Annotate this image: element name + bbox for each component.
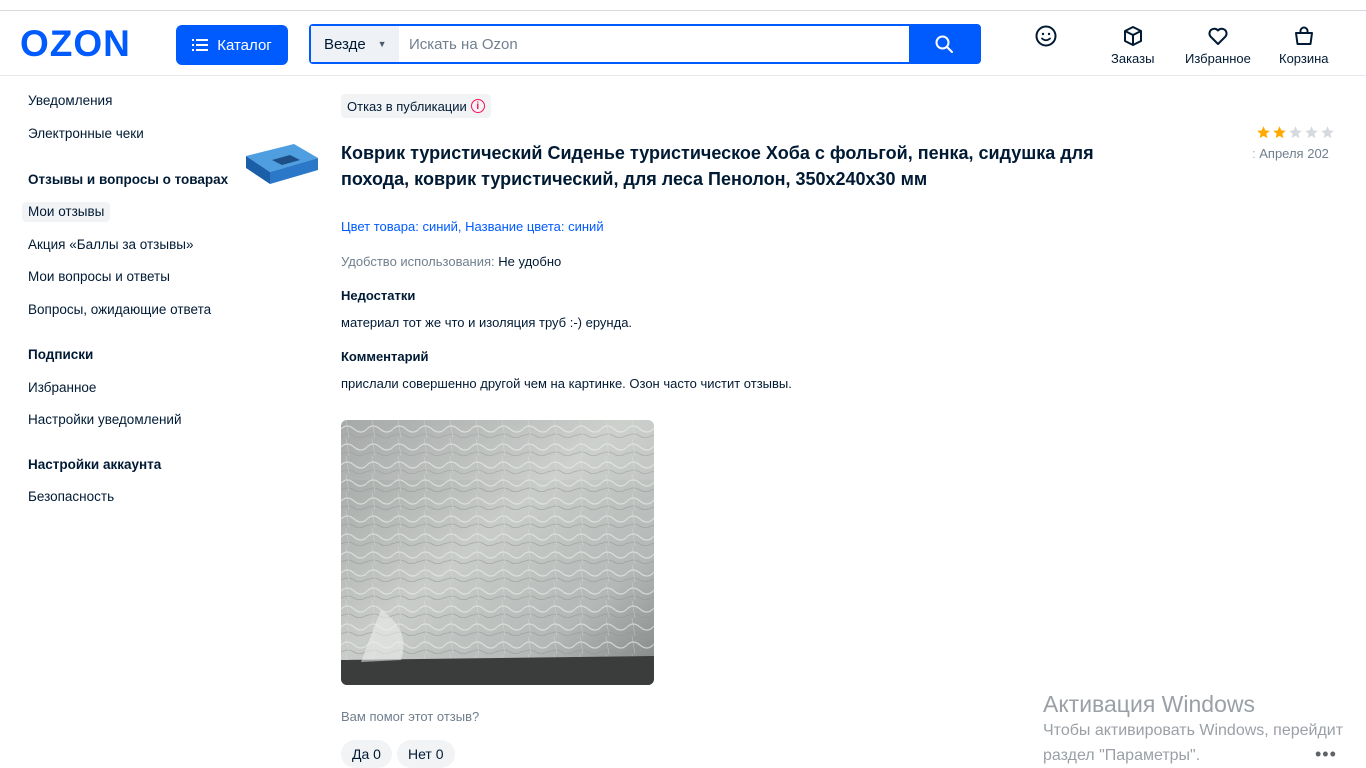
- more-options-icon[interactable]: •••: [1315, 744, 1337, 765]
- sidebar-item-my-questions[interactable]: Мои вопросы и ответы: [28, 267, 170, 287]
- comment-text: прислали совершенно другой чем на картин…: [341, 376, 792, 391]
- sidebar-heading-subscriptions: Подписки: [28, 347, 94, 362]
- search-scope-label: Везде: [324, 35, 366, 53]
- vote-no-button[interactable]: Нет 0: [397, 740, 455, 768]
- profile-button[interactable]: [1034, 24, 1058, 48]
- catalog-button[interactable]: Каталог: [176, 25, 288, 65]
- sidebar-item-notifications[interactable]: Уведомления: [28, 91, 112, 111]
- sidebar-heading-reviews: Отзывы и вопросы о товарах: [28, 172, 229, 187]
- usability-value: Не удобно: [498, 254, 562, 269]
- status-label: Отказ в публикации: [347, 98, 467, 114]
- favorites-button[interactable]: Избранное: [1185, 24, 1251, 66]
- search-bar: Везде ▼: [309, 24, 981, 64]
- review-date: : Апреля 202: [1252, 146, 1329, 161]
- profile-icon: [1035, 25, 1057, 47]
- watermark-line-1: Чтобы активировать Windows, перейдит: [1043, 722, 1344, 739]
- star-empty-icon: [1289, 126, 1302, 139]
- helpful-question: Вам помог этот отзыв?: [341, 709, 480, 724]
- search-input[interactable]: [399, 26, 909, 62]
- watermark-title: Активация Windows: [1043, 691, 1255, 717]
- sidebar-heading-account: Настройки аккаунта: [28, 457, 162, 472]
- usability-label: Удобство использования:: [341, 254, 495, 269]
- sidebar-item-pending-questions[interactable]: Вопросы, ожидающие ответа: [28, 300, 211, 320]
- review-date-text: Апреля 202: [1259, 146, 1329, 161]
- product-thumbnail[interactable]: [242, 138, 320, 190]
- cart-label: Корзина: [1279, 51, 1329, 66]
- review-photo[interactable]: [341, 420, 654, 685]
- usability-row: Удобство использования: Не удобно: [341, 254, 561, 269]
- sidebar-item-receipts[interactable]: Электронные чеки: [28, 124, 144, 144]
- product-variant[interactable]: Цвет товара: синий, Название цвета: сини…: [341, 219, 604, 234]
- watermark-line-2: раздел "Параметры".: [1043, 747, 1201, 764]
- star-filled-icon: [1273, 126, 1286, 139]
- sidebar-item-notification-settings[interactable]: Настройки уведомлений: [28, 410, 182, 430]
- vote-yes-button[interactable]: Да 0: [341, 740, 392, 768]
- sidebar-item-points-promo[interactable]: Акция «Баллы за отзывы»: [28, 235, 193, 255]
- catalog-label: Каталог: [217, 36, 272, 54]
- heart-icon: [1208, 27, 1228, 45]
- search-icon: [935, 35, 953, 53]
- menu-icon: [192, 39, 209, 51]
- product-title[interactable]: Коврик туристический Сиденье туристическ…: [341, 140, 1161, 192]
- star-empty-icon: [1305, 126, 1318, 139]
- orders-label: Заказы: [1111, 51, 1155, 66]
- star-filled-icon: [1257, 126, 1270, 139]
- favorites-label: Избранное: [1185, 51, 1251, 66]
- cons-text: материал тот же что и изоляция труб :-) …: [341, 315, 633, 330]
- status-badge: Отказ в публикации i: [341, 94, 491, 118]
- star-rating: [1256, 125, 1335, 140]
- sidebar-item-favorites[interactable]: Избранное: [28, 378, 96, 398]
- sidebar-item-my-reviews[interactable]: Мои отзывы: [22, 202, 111, 222]
- search-button[interactable]: [909, 26, 979, 62]
- windows-activation-watermark: Активация Windows Чтобы активировать Win…: [1043, 690, 1343, 768]
- comment-heading: Комментарий: [341, 349, 429, 364]
- orders-icon: [1123, 26, 1142, 46]
- cart-icon: [1294, 26, 1313, 45]
- ozon-logo[interactable]: OZON: [20, 25, 131, 63]
- search-scope-select[interactable]: Везде ▼: [311, 26, 399, 62]
- star-empty-icon: [1321, 126, 1334, 139]
- cons-heading: Недостатки: [341, 288, 416, 303]
- sidebar-item-security[interactable]: Безопасность: [28, 487, 114, 507]
- site-header: OZON Каталог Везде ▼ Искать на Ozon Зака…: [0, 11, 1366, 76]
- orders-button[interactable]: Заказы: [1111, 24, 1154, 66]
- chevron-down-icon: ▼: [377, 39, 387, 49]
- info-icon[interactable]: i: [470, 99, 485, 113]
- cart-button[interactable]: Корзина: [1279, 24, 1329, 66]
